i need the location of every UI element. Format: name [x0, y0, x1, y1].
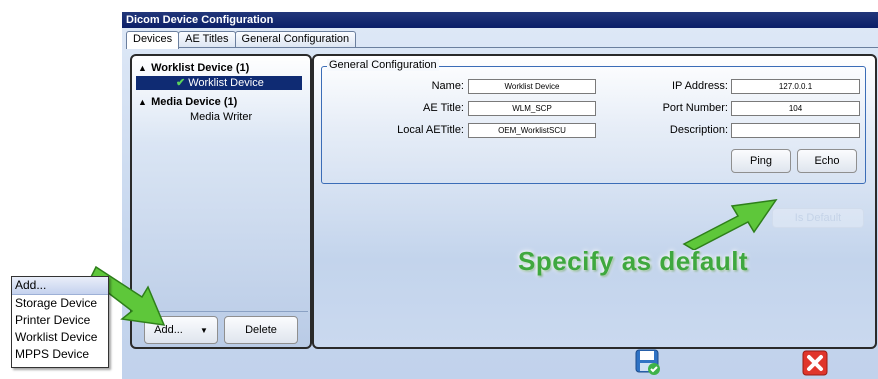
port-number-field[interactable]: 104	[731, 101, 860, 116]
name-field[interactable]: Worklist Device	[468, 79, 596, 94]
collapse-caret-icon[interactable]: ▲	[138, 63, 148, 73]
tree-group-label: Worklist Device (1)	[151, 62, 250, 74]
save-button[interactable]	[634, 348, 662, 379]
close-icon	[802, 350, 828, 376]
group-legend: General Configuration	[327, 59, 439, 71]
add-device-dropdown: Add... Storage Device Printer Device Wor…	[11, 276, 109, 368]
general-configuration-group: General Configuration Name: Worklist Dev…	[321, 59, 866, 184]
dropdown-item-mpps-device[interactable]: MPPS Device	[12, 346, 108, 363]
tree-group-media[interactable]: ▲ Media Device (1)	[138, 96, 237, 108]
name-label: Name:	[431, 80, 464, 92]
collapse-caret-icon[interactable]: ▲	[138, 97, 148, 107]
pointer-arrow-icon	[682, 199, 778, 250]
description-label: Description:	[669, 124, 728, 136]
dropdown-item-storage-device[interactable]: Storage Device	[12, 295, 108, 312]
tree-group-worklist[interactable]: ▲ Worklist Device (1)	[138, 62, 249, 74]
ip-address-field[interactable]: 127.0.0.1	[731, 79, 860, 94]
delete-device-button[interactable]: Delete	[224, 316, 298, 344]
tree-item-worklist-device[interactable]: ✔ Worklist Device	[136, 76, 302, 90]
dropdown-item-printer-device[interactable]: Printer Device	[12, 312, 108, 329]
dropdown-item-worklist-device[interactable]: Worklist Device	[12, 329, 108, 346]
tree-group-label: Media Device (1)	[151, 96, 238, 108]
local-ae-title-field[interactable]: OEM_WorklistSCU	[468, 123, 596, 138]
port-number-label: Port Number:	[662, 102, 728, 114]
echo-button[interactable]: Echo	[797, 149, 857, 173]
tree-item-media-writer[interactable]: Media Writer	[190, 111, 252, 123]
dropdown-arrow-icon: ▼	[199, 326, 208, 335]
ae-title-label: AE Title:	[423, 102, 464, 114]
ae-title-field[interactable]: WLM_SCP	[468, 101, 596, 116]
window-title: Dicom Device Configuration	[122, 12, 878, 28]
save-icon	[635, 349, 660, 375]
dropdown-item-add[interactable]: Add...	[12, 277, 108, 295]
close-button[interactable]	[802, 350, 828, 379]
tab-bar: Devices AE Titles General Configuration	[126, 31, 357, 49]
local-ae-title-label: Local AETitle:	[397, 124, 464, 136]
tab-general-configuration[interactable]: General Configuration	[234, 31, 357, 47]
tree-item-label: Worklist Device	[188, 77, 264, 89]
ip-address-label: IP Address:	[671, 80, 728, 92]
check-icon: ✔	[176, 77, 186, 89]
tab-devices[interactable]: Devices	[126, 31, 180, 49]
ping-button[interactable]: Ping	[731, 149, 791, 173]
description-field[interactable]	[731, 123, 860, 138]
annotation-text: Specify as default	[518, 246, 749, 276]
configuration-panel: General Configuration Name: Worklist Dev…	[312, 54, 877, 349]
tab-ae-titles[interactable]: AE Titles	[178, 31, 236, 47]
tab-divider	[126, 47, 878, 48]
